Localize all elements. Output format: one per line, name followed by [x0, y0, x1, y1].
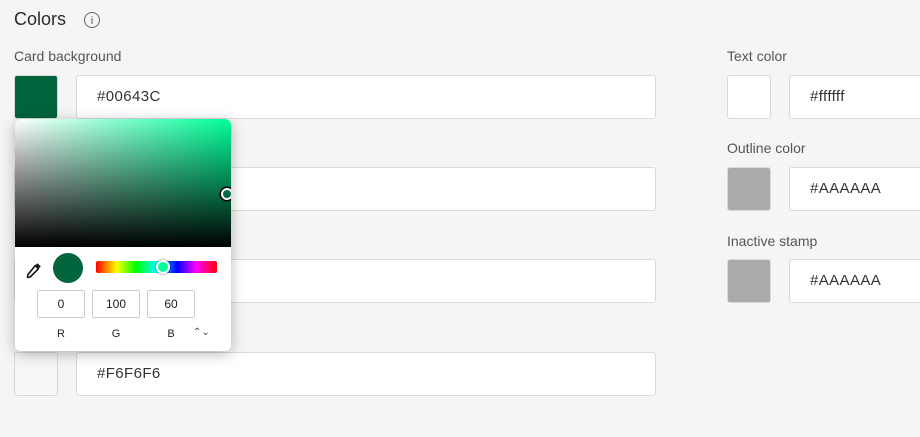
red-label: R: [57, 328, 65, 340]
text-color-input[interactable]: #ffffff: [789, 75, 920, 119]
current-color-preview: [53, 253, 83, 283]
saturation-thumb[interactable]: [221, 188, 231, 200]
outline-color-input[interactable]: #AAAAAA: [789, 167, 920, 211]
inactive-stamp-input[interactable]: #AAAAAA: [789, 259, 920, 303]
inactive-stamp-swatch[interactable]: [727, 259, 771, 303]
blue-input[interactable]: 60: [147, 290, 195, 318]
info-icon[interactable]: i: [84, 12, 100, 28]
text-color-label: Text color: [727, 48, 787, 64]
card-background-label: Card background: [14, 48, 122, 64]
saturation-area[interactable]: [15, 119, 231, 247]
card-background-input[interactable]: #00643C: [76, 75, 656, 119]
green-label: G: [111, 328, 121, 340]
color-mode-toggle-icon[interactable]: ⌃⌄: [193, 327, 210, 338]
outline-color-label: Outline color: [727, 140, 806, 156]
card-background-swatch[interactable]: [14, 75, 58, 119]
inactive-stamp-label: Inactive stamp: [727, 233, 818, 249]
color-picker-popover: 0 100 60 R G B ⌃⌄: [15, 119, 231, 351]
green-input[interactable]: 100: [92, 290, 140, 318]
hue-slider-thumb[interactable]: [156, 260, 170, 274]
text-color-swatch[interactable]: [727, 75, 771, 119]
row4-input[interactable]: #F6F6F6: [76, 352, 656, 396]
red-input[interactable]: 0: [37, 290, 85, 318]
section-title: Colors: [14, 9, 67, 29]
eyedropper-icon[interactable]: [25, 261, 43, 279]
row4-swatch[interactable]: [14, 352, 58, 396]
blue-label: B: [167, 328, 175, 340]
outline-color-swatch[interactable]: [727, 167, 771, 211]
